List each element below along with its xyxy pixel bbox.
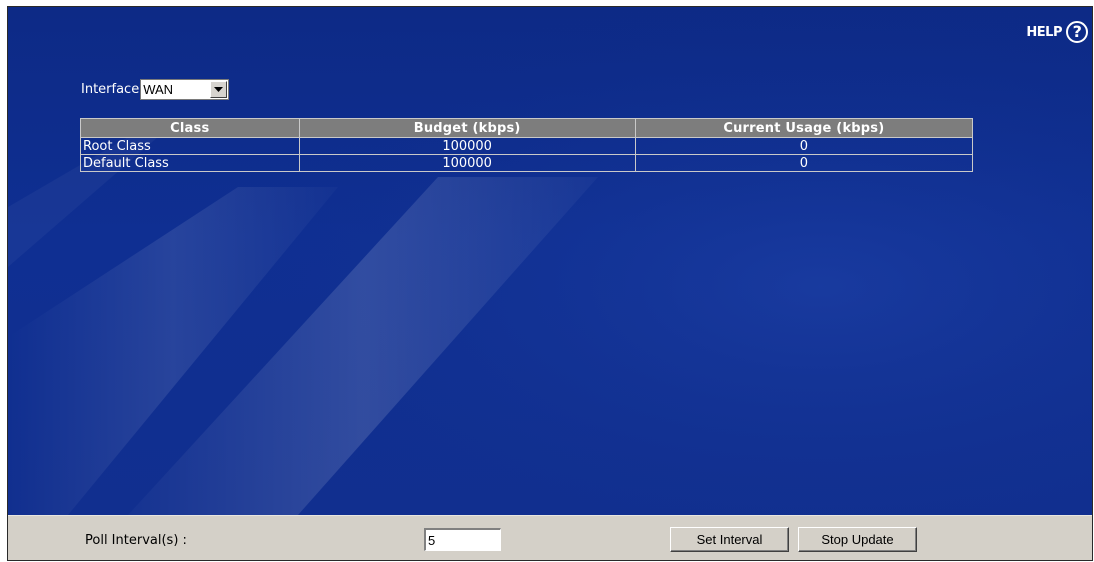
column-header-current-usage: Current Usage (kbps) <box>635 119 972 138</box>
page-frame: HELP ? Interface WAN Class Budget (kbps)… <box>7 6 1093 561</box>
table-row: Default Class 100000 0 <box>81 155 972 171</box>
cell-budget: 100000 <box>299 138 636 155</box>
poll-control-bar: Poll Interval(s) : Set Interval Stop Upd… <box>8 515 1092 560</box>
column-header-class: Class <box>81 119 300 138</box>
interface-select-value: WAN <box>143 82 174 97</box>
cell-budget: 100000 <box>300 155 636 171</box>
chevron-down-icon <box>214 87 224 92</box>
help-icon[interactable]: ? <box>1066 21 1088 43</box>
poll-interval-input[interactable] <box>424 528 501 551</box>
dropdown-arrow-button[interactable] <box>210 81 228 98</box>
table-row: Root Class 100000 0 <box>81 138 972 155</box>
interface-select[interactable]: WAN <box>140 79 230 100</box>
interface-label: Interface <box>81 82 140 97</box>
cell-class: Root Class <box>81 138 300 155</box>
bandwidth-usage-table: Class Budget (kbps) Current Usage (kbps)… <box>80 118 973 172</box>
cell-class: Default Class <box>81 155 300 171</box>
help-link[interactable]: HELP ? <box>1026 21 1088 43</box>
interface-selector: Interface WAN <box>81 79 230 100</box>
set-interval-button[interactable]: Set Interval <box>670 527 789 552</box>
content-panel: HELP ? Interface WAN Class Budget (kbps)… <box>8 7 1092 515</box>
help-label: HELP <box>1026 24 1062 40</box>
cell-usage: 0 <box>635 138 972 155</box>
poll-interval-label: Poll Interval(s) : <box>85 533 187 548</box>
stop-update-button[interactable]: Stop Update <box>798 527 917 552</box>
table-header-row: Class Budget (kbps) Current Usage (kbps) <box>81 119 972 138</box>
column-header-budget: Budget (kbps) <box>299 119 636 138</box>
cell-usage: 0 <box>799 155 809 171</box>
